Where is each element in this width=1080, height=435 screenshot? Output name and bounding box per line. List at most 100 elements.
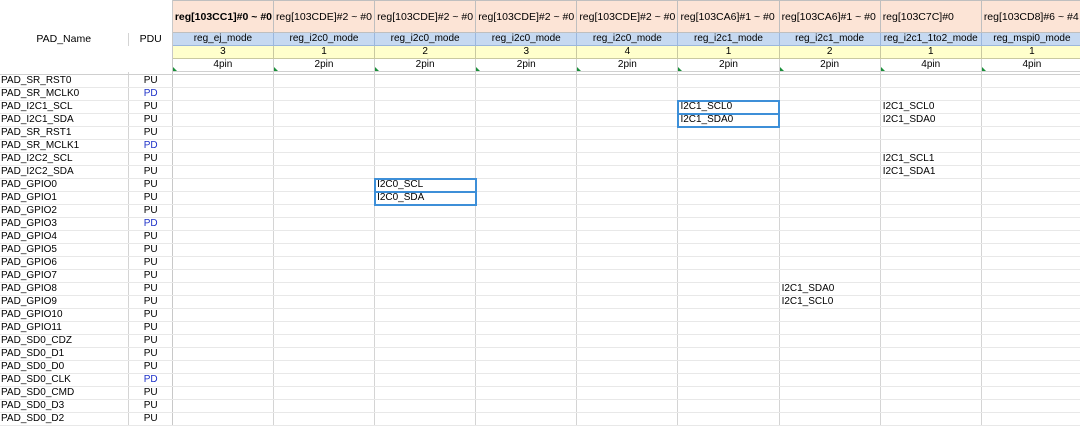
function-cell[interactable] bbox=[677, 74, 780, 88]
function-cell[interactable] bbox=[171, 386, 274, 400]
function-cell[interactable] bbox=[778, 412, 881, 426]
function-cell[interactable] bbox=[879, 256, 982, 270]
function-cell[interactable] bbox=[677, 191, 780, 205]
register-header-cell[interactable]: reg[103CDE]#2 ~ #0 bbox=[374, 0, 477, 33]
function-cell[interactable] bbox=[677, 282, 780, 296]
function-cell[interactable] bbox=[272, 139, 375, 153]
function-cell[interactable] bbox=[475, 321, 577, 335]
function-cell[interactable] bbox=[879, 191, 982, 205]
mode-header-cell[interactable]: reg_ej_mode bbox=[171, 32, 274, 46]
pin-count-cell[interactable]: 2pin bbox=[576, 58, 679, 72]
mode-value-cell[interactable]: 2 bbox=[374, 45, 477, 59]
pad-name-cell[interactable]: PAD_GPIO4 bbox=[0, 230, 129, 244]
function-cell[interactable] bbox=[980, 399, 1080, 413]
function-cell[interactable] bbox=[879, 230, 982, 244]
function-cell[interactable] bbox=[171, 360, 274, 374]
pdu-cell[interactable]: PU bbox=[128, 321, 173, 335]
function-cell[interactable] bbox=[576, 269, 678, 283]
function-cell[interactable] bbox=[677, 347, 780, 361]
pad-name-cell[interactable]: PAD_SR_RST1 bbox=[0, 126, 129, 140]
mode-value-cell[interactable]: 1 bbox=[980, 45, 1080, 59]
pdu-cell[interactable]: PU bbox=[128, 399, 173, 413]
function-cell[interactable] bbox=[778, 230, 881, 244]
function-cell[interactable] bbox=[778, 243, 881, 257]
function-cell[interactable] bbox=[778, 399, 881, 413]
function-cell[interactable] bbox=[980, 334, 1080, 348]
function-cell[interactable] bbox=[475, 386, 577, 400]
function-cell[interactable] bbox=[475, 217, 577, 231]
function-cell[interactable] bbox=[576, 295, 678, 309]
register-header-cell[interactable]: reg[103CDE]#2 ~ #0 bbox=[272, 0, 376, 33]
function-cell[interactable] bbox=[980, 230, 1080, 244]
function-cell[interactable] bbox=[475, 204, 577, 218]
function-cell[interactable] bbox=[475, 113, 577, 127]
register-header-cell[interactable]: reg[103CA6]#1 ~ #0 bbox=[677, 0, 780, 33]
header-blank-cell[interactable] bbox=[0, 46, 129, 59]
function-cell[interactable] bbox=[171, 321, 274, 335]
function-cell[interactable] bbox=[171, 373, 274, 387]
function-cell[interactable] bbox=[879, 347, 982, 361]
pdu-cell[interactable]: PD bbox=[128, 373, 173, 387]
pad-name-cell[interactable]: PAD_SD0_CDZ bbox=[0, 334, 129, 348]
function-cell[interactable] bbox=[778, 126, 881, 140]
function-cell[interactable] bbox=[980, 126, 1080, 140]
function-cell[interactable]: I2C1_SCL0 bbox=[879, 100, 982, 114]
function-cell[interactable] bbox=[475, 100, 577, 114]
function-cell[interactable] bbox=[171, 152, 274, 166]
function-cell[interactable] bbox=[475, 412, 577, 426]
function-cell[interactable] bbox=[272, 399, 375, 413]
function-cell[interactable] bbox=[475, 373, 577, 387]
pad-name-cell[interactable]: PAD_I2C2_SDA bbox=[0, 165, 129, 179]
function-cell[interactable] bbox=[475, 282, 577, 296]
header-blank-cell[interactable] bbox=[128, 58, 173, 72]
function-cell[interactable] bbox=[576, 113, 678, 127]
function-cell[interactable] bbox=[272, 113, 375, 127]
function-cell[interactable] bbox=[677, 243, 780, 257]
function-cell[interactable] bbox=[980, 295, 1080, 309]
pdu-cell[interactable]: PU bbox=[128, 269, 173, 283]
function-cell[interactable] bbox=[374, 360, 476, 374]
mode-value-cell[interactable]: 3 bbox=[171, 45, 274, 59]
pdu-cell[interactable]: PU bbox=[128, 126, 173, 140]
function-cell[interactable] bbox=[980, 152, 1080, 166]
function-cell[interactable]: I2C1_SDA0 bbox=[676, 112, 781, 128]
function-cell[interactable] bbox=[374, 217, 476, 231]
header-blank-cell[interactable] bbox=[0, 59, 129, 72]
register-header-cell[interactable]: reg[103C7C]#0 bbox=[879, 0, 982, 33]
pdu-cell[interactable]: PU bbox=[128, 113, 173, 127]
function-cell[interactable] bbox=[374, 282, 476, 296]
register-header-cell[interactable]: reg[103CDE]#2 ~ #0 bbox=[576, 0, 679, 33]
pad-name-cell[interactable]: PAD_I2C1_SDA bbox=[0, 113, 129, 127]
function-cell[interactable] bbox=[980, 87, 1080, 101]
function-cell[interactable] bbox=[272, 347, 375, 361]
function-cell[interactable] bbox=[778, 360, 881, 374]
function-cell[interactable] bbox=[272, 204, 375, 218]
function-cell[interactable] bbox=[879, 204, 982, 218]
pad-name-cell[interactable]: PAD_SD0_D2 bbox=[0, 412, 129, 426]
function-cell[interactable] bbox=[171, 282, 274, 296]
function-cell[interactable] bbox=[778, 256, 881, 270]
function-cell[interactable] bbox=[272, 87, 375, 101]
mode-value-cell[interactable]: 1 bbox=[879, 45, 982, 59]
function-cell[interactable]: I2C1_SDA0 bbox=[778, 282, 881, 296]
function-cell[interactable] bbox=[576, 399, 678, 413]
function-cell[interactable] bbox=[272, 360, 375, 374]
pad-name-cell[interactable]: PAD_GPIO6 bbox=[0, 256, 129, 270]
function-cell[interactable] bbox=[374, 126, 476, 140]
function-cell[interactable] bbox=[980, 269, 1080, 283]
function-cell[interactable] bbox=[272, 269, 375, 283]
function-cell[interactable] bbox=[171, 113, 274, 127]
function-cell[interactable] bbox=[475, 347, 577, 361]
function-cell[interactable] bbox=[171, 217, 274, 231]
function-cell[interactable] bbox=[576, 126, 678, 140]
function-cell[interactable] bbox=[677, 373, 780, 387]
function-cell[interactable] bbox=[576, 243, 678, 257]
function-cell[interactable] bbox=[475, 139, 577, 153]
function-cell[interactable] bbox=[980, 282, 1080, 296]
function-cell[interactable] bbox=[879, 334, 982, 348]
function-cell[interactable] bbox=[879, 360, 982, 374]
function-cell[interactable] bbox=[879, 308, 982, 322]
header-blank-cell[interactable] bbox=[128, 45, 173, 59]
pdu-cell[interactable]: PU bbox=[128, 282, 173, 296]
pad-name-cell[interactable]: PAD_GPIO2 bbox=[0, 204, 129, 218]
